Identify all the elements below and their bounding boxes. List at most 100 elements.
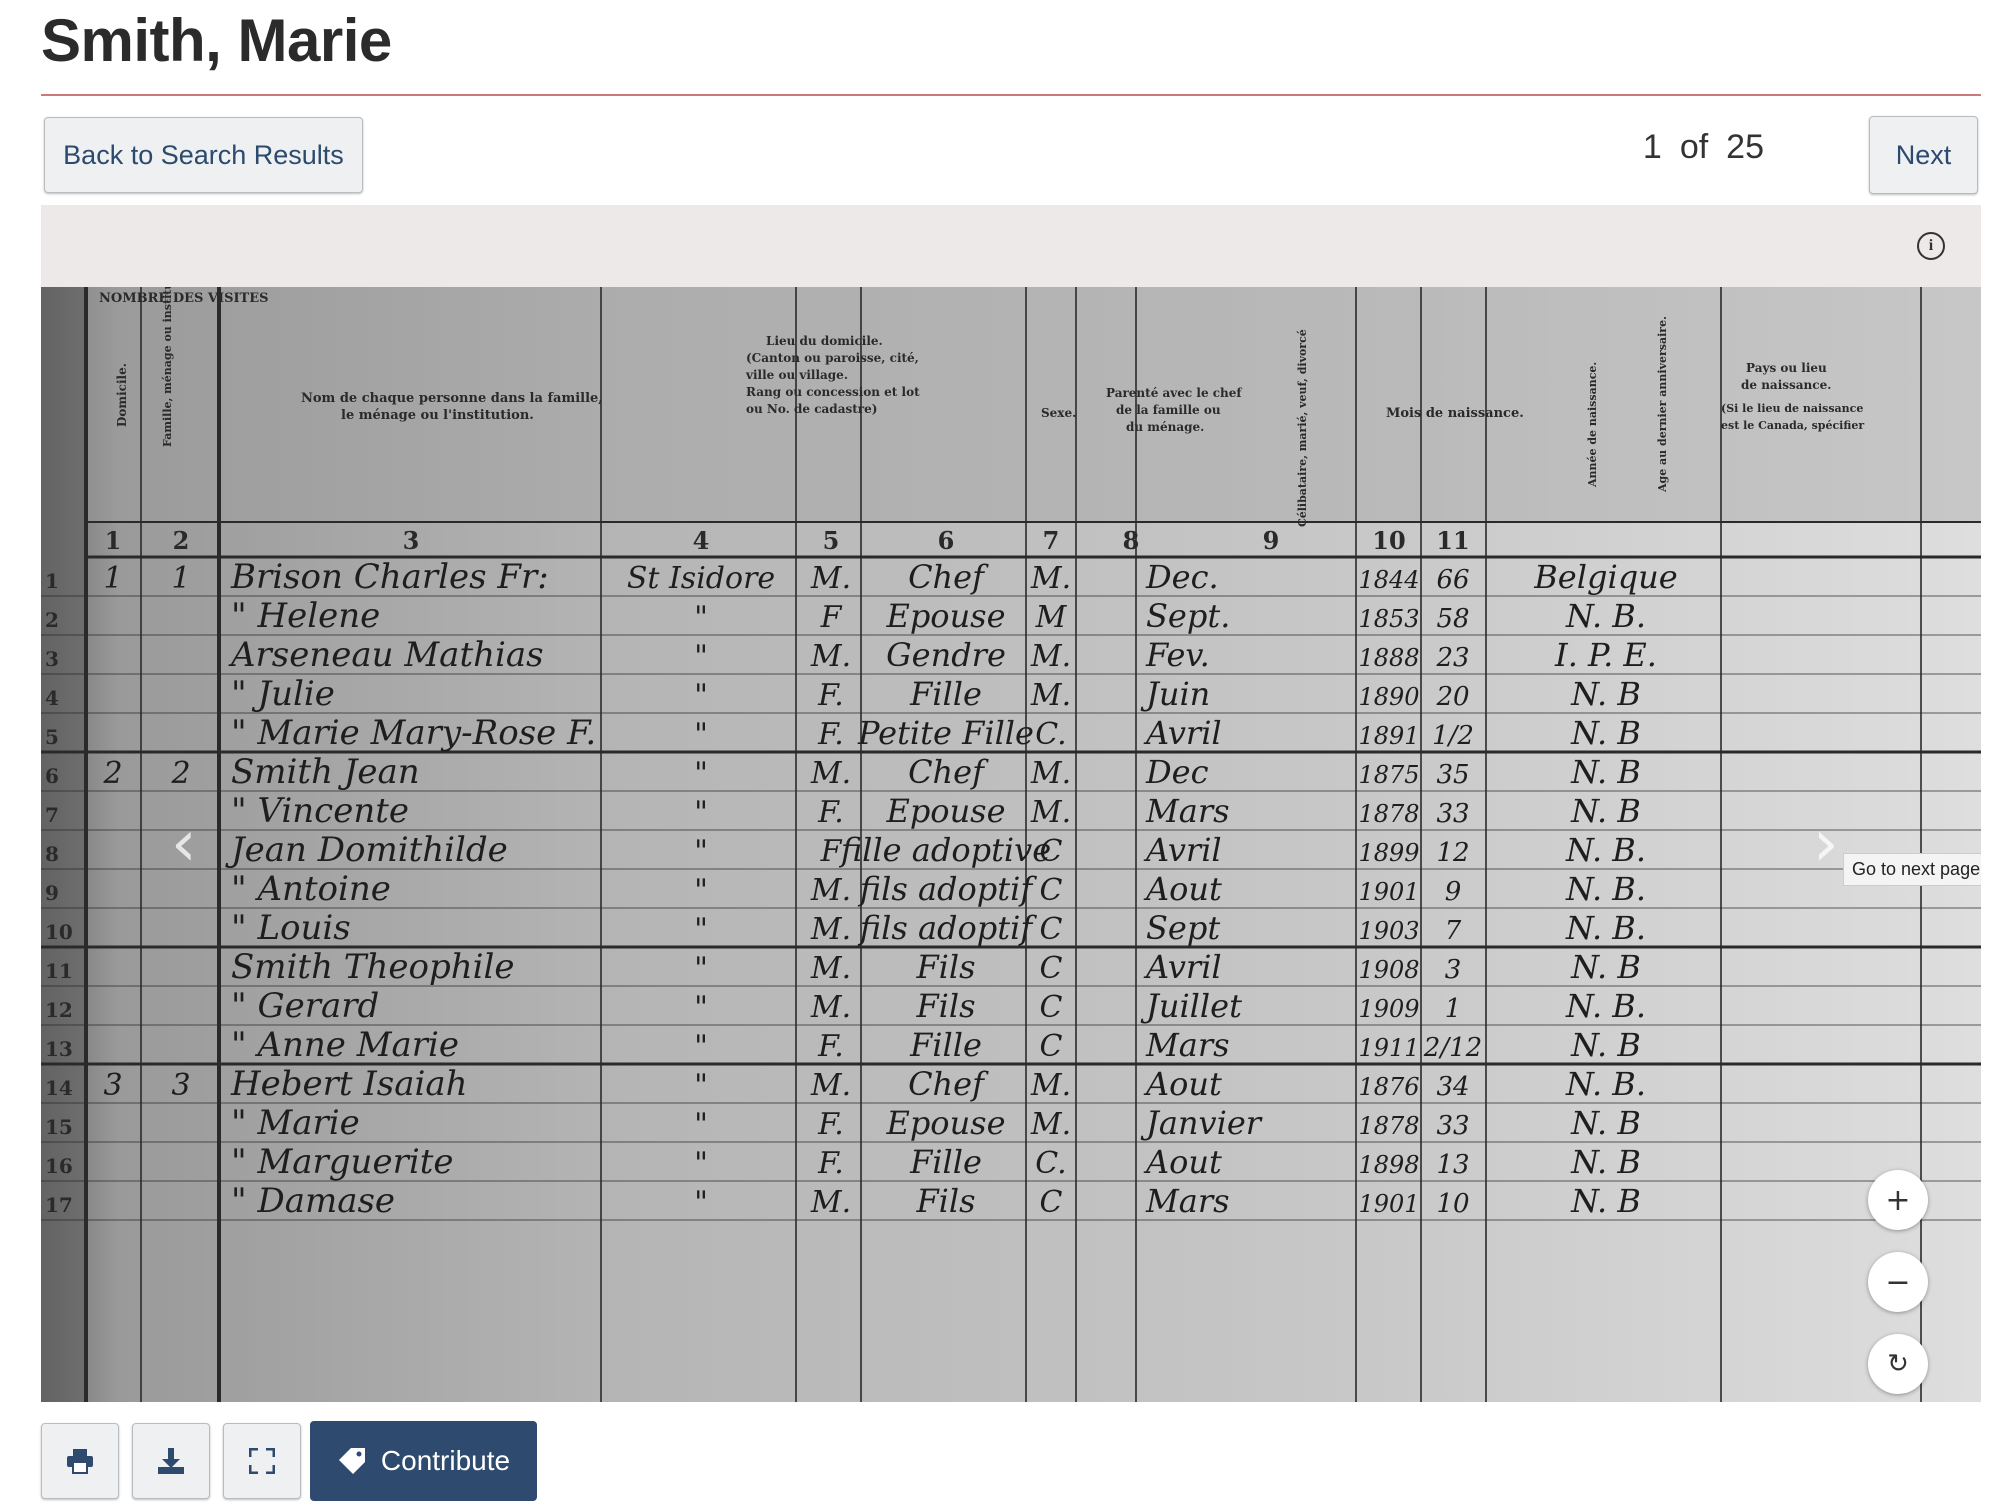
census-cell-age: 9 (1445, 877, 1462, 907)
print-icon (67, 1449, 93, 1474)
census-cell-birthplace: N. B. (1565, 597, 1646, 635)
census-cell-n: 17 (45, 1193, 73, 1217)
pager: 1 of 25 (1643, 128, 1764, 167)
census-cell-birthplace: N. B. (1565, 831, 1646, 869)
census-cell-birthplace: I. P. E. (1554, 636, 1657, 674)
census-cell-birthplace: N. B (1570, 1143, 1641, 1181)
census-cell-place: St Isidore (627, 561, 775, 596)
census-cell-family: 3 (171, 1068, 190, 1103)
svg-text:le ménage ou l'institution.: le ménage ou l'institution. (341, 408, 534, 423)
census-cell-marital: C (1040, 873, 1063, 908)
census-cell-age: 66 (1436, 565, 1469, 595)
census-cell-place: " (694, 1185, 708, 1220)
info-icon[interactable]: i (1917, 232, 1945, 260)
next-page-tooltip: Go to next page (1843, 853, 1981, 886)
svg-text:Sexe.: Sexe. (1041, 406, 1076, 420)
census-cell-birthplace: N. B (1570, 948, 1641, 986)
svg-text:(Canton ou paroisse, cité,: (Canton ou paroisse, cité, (746, 351, 919, 365)
census-cell-marital: M. (1030, 1068, 1071, 1103)
zoom-out-button[interactable]: − (1868, 1252, 1928, 1312)
census-cell-name: " Marie (231, 1103, 360, 1143)
census-scan: NOMBRE DES VISITES Domicile. Famille, mé… (41, 257, 1981, 1402)
census-column-number: 8 (1123, 526, 1140, 555)
census-cell-name: " Marguerite (231, 1142, 453, 1182)
census-cell-month: Aout (1143, 870, 1222, 908)
census-cell-n: 12 (45, 998, 73, 1022)
census-column-number: 10 (1372, 526, 1405, 555)
census-cell-sex: M. (810, 561, 851, 596)
contribute-button[interactable]: Contribute (310, 1421, 537, 1501)
census-cell-place: " (694, 912, 708, 947)
census-cell-month: Sept (1146, 909, 1220, 947)
census-cell-birthplace: N. B (1570, 753, 1641, 791)
download-button[interactable] (132, 1423, 210, 1499)
svg-text:de la famille ou: de la famille ou (1116, 403, 1221, 417)
census-cell-relation: Epouse (885, 1104, 1005, 1142)
census-cell-relation: fils adoptif (858, 870, 1038, 908)
census-cell-year: 1878 (1358, 800, 1419, 828)
census-cell-age: 1/2 (1432, 721, 1474, 751)
census-cell-age: 3 (1445, 955, 1462, 985)
census-cell-year: 1890 (1358, 683, 1419, 711)
census-cell-dwelling: 1 (103, 561, 122, 596)
image-viewer[interactable]: i NOMBRE DES VISITES Domicile. Famille, … (41, 205, 1981, 1402)
census-cell-n: 4 (45, 686, 59, 710)
chevron-left-icon[interactable]: ‹ (171, 812, 197, 876)
census-cell-marital: C (1040, 990, 1063, 1025)
census-cell-marital: M. (1030, 795, 1071, 830)
print-button[interactable] (41, 1423, 119, 1499)
census-cell-relation: Petite Fille (857, 714, 1034, 752)
census-cell-place: " (694, 1029, 708, 1064)
census-cell-n: 1 (45, 569, 59, 593)
census-cell-sex: M. (810, 912, 851, 947)
census-cell-marital: C. (1035, 1146, 1066, 1181)
svg-text:Domicile.: Domicile. (115, 363, 129, 427)
census-cell-month: Sept. (1146, 597, 1230, 635)
census-cell-birthplace: N. B (1570, 714, 1641, 752)
fullscreen-button[interactable] (223, 1423, 301, 1499)
census-cell-n: 15 (45, 1115, 73, 1139)
census-column-number: 1 (105, 526, 122, 555)
census-cell-sex: M. (810, 1185, 851, 1220)
census-cell-month: Mars (1145, 1026, 1230, 1064)
census-document-image[interactable]: NOMBRE DES VISITES Domicile. Famille, mé… (41, 257, 1981, 1402)
census-cell-month: Avril (1143, 714, 1222, 752)
rotate-icon[interactable]: ↻ (1868, 1334, 1928, 1394)
census-cell-age: 33 (1436, 1111, 1469, 1141)
census-column-number: 9 (1263, 526, 1280, 555)
census-cell-year: 1909 (1358, 995, 1419, 1023)
census-cell-n: 8 (45, 842, 59, 866)
census-column-number: 7 (1043, 526, 1060, 555)
census-cell-place: " (694, 639, 708, 674)
current-page: 1 (1642, 128, 1662, 166)
svg-text:Pays ou lieu: Pays ou lieu (1746, 361, 1827, 375)
census-cell-marital: C (1040, 1029, 1063, 1064)
census-cell-place: " (694, 756, 708, 791)
back-to-search-results-button[interactable]: Back to Search Results (44, 117, 363, 193)
census-cell-month: Avril (1143, 948, 1222, 986)
census-cell-name: Smith Theophile (231, 947, 514, 987)
census-cell-birthplace: N. B. (1565, 987, 1646, 1025)
census-cell-name: " Gerard (231, 986, 379, 1026)
census-cell-birthplace: N. B (1570, 1104, 1641, 1142)
svg-text:du ménage.: du ménage. (1126, 420, 1204, 434)
census-cell-month: Aout (1143, 1143, 1222, 1181)
chevron-right-icon[interactable]: › (1813, 812, 1839, 876)
census-cell-age: 34 (1436, 1072, 1469, 1102)
census-cell-name: Hebert Isaiah (230, 1064, 468, 1104)
census-cell-n: 5 (45, 725, 59, 749)
svg-text:Célibataire, marié, veuf, divo: Célibataire, marié, veuf, divorcé (1296, 329, 1309, 527)
census-cell-relation: Gendre (886, 636, 1006, 674)
census-cell-relation: Fils (915, 987, 975, 1025)
census-cell-relation: Fils (915, 1182, 975, 1220)
next-button[interactable]: Next (1869, 116, 1978, 194)
census-cell-month: Dec. (1145, 558, 1219, 596)
svg-text:(Si le lieu de naissance: (Si le lieu de naissance (1721, 402, 1863, 415)
census-cell-month: Avril (1143, 831, 1222, 869)
svg-text:de naissance.: de naissance. (1741, 378, 1831, 392)
zoom-in-button[interactable]: + (1868, 1170, 1928, 1230)
census-cell-name: " Antoine (231, 869, 391, 909)
census-cell-n: 14 (45, 1076, 73, 1100)
census-cell-age: 10 (1436, 1189, 1469, 1219)
census-cell-name: " Julie (231, 674, 335, 714)
